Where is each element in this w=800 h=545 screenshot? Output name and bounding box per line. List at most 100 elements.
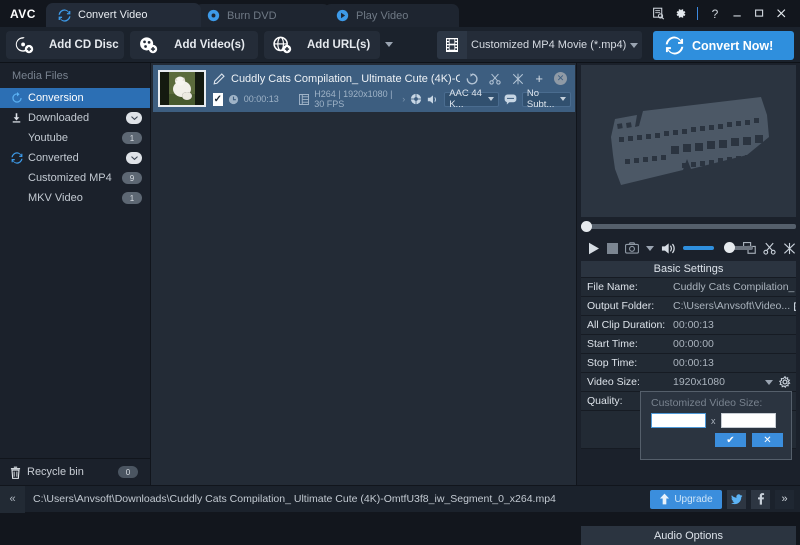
facebook-icon[interactable] [751,489,770,509]
close-icon[interactable] [770,3,792,25]
add-urls-label: Add URL(s) [307,38,371,51]
divider [697,7,698,20]
video-file-icon [138,35,158,55]
chevron-down-icon[interactable] [385,42,394,47]
video-preview[interactable] [581,65,796,217]
cut-button[interactable] [763,242,776,255]
volume-slider[interactable] [683,242,753,253]
popup-cancel-button[interactable]: ✕ [752,433,783,447]
settings-row-file-name: File Name: Cuddly Cats Compilation_ ... [581,278,796,297]
upgrade-label: Upgrade [674,493,713,505]
rotate-icon[interactable] [466,72,479,85]
sidebar-item-youtube[interactable]: Youtube 1 [0,128,150,148]
audio-track-label: AAC 44 K... [449,88,482,110]
add-icon[interactable]: + [535,72,543,85]
collapse-panel-button[interactable]: « [0,485,25,513]
audio-track-selector[interactable]: AAC 44 K... [444,88,499,110]
video-height-input[interactable] [720,413,776,428]
settings-value: C:\Users\Anvsoft\Video... [667,300,796,312]
convert-now-button[interactable]: Convert Now! [653,31,794,60]
expand-arrow-icon[interactable]: › [402,94,405,104]
task-list-icon[interactable] [647,3,669,25]
upgrade-arrow-icon [659,493,670,505]
more-actions-button[interactable]: » [775,489,794,509]
sidebar-item-label: Converted [28,152,79,164]
status-file-path: C:\Users\Anvsoft\Downloads\Cuddly Cats C… [33,493,556,505]
output-profile-selector[interactable]: Customized MP4 Movie (*.mp4) [437,31,642,59]
edit-pencil-icon[interactable] [213,72,225,85]
video-size-controls [765,376,796,388]
upgrade-button[interactable]: Upgrade [650,489,722,509]
settings-value[interactable]: 00:00:00 [667,338,796,350]
play-icon [336,9,349,22]
help-icon[interactable]: ? [704,3,726,25]
video-stream-icon [299,93,310,105]
sidebar-item-customized-mp4[interactable]: Customized MP4 9 [0,168,150,188]
remove-icon[interactable]: ✕ [554,72,567,85]
settings-key: Start Time: [587,338,638,350]
volume-handle[interactable] [724,242,735,253]
settings-value[interactable]: 00:00:13 [667,357,796,369]
audio-options-header[interactable]: Audio Options [581,526,796,545]
seek-bar[interactable] [581,219,796,233]
chevron-down-icon[interactable] [765,379,773,385]
trim-scissors-icon[interactable] [489,73,502,85]
settings-key: File Name: [587,281,638,293]
subtitle-selector[interactable]: No Subt... [521,88,571,110]
video-size-gear-icon[interactable] [779,376,791,388]
effects-icon[interactable] [512,73,524,85]
color-settings-icon[interactable] [410,93,422,105]
stop-button[interactable] [607,242,618,254]
file-action-icons: + ✕ [466,72,571,85]
chevron-down-icon [560,97,566,101]
subtitle-label: No Subt... [526,88,555,110]
sidebar-item-label: MKV Video [28,192,83,204]
convert-refresh-icon [665,36,684,55]
main-toolbar: Add CD Disc Add Video(s) Add URL(s) Cust… [0,27,800,63]
sidebar: Media Files Conversion Downloaded Youtub… [0,63,157,458]
settings-value: 00:00:13 [673,319,714,331]
effects-button[interactable] [783,242,796,255]
tab-play-video[interactable]: Play Video [324,4,459,27]
seek-handle[interactable] [581,221,592,232]
sidebar-item-mkv-video[interactable]: MKV Video 1 [0,188,150,208]
sidebar-item-conversion[interactable]: Conversion [0,88,157,108]
folder-icon[interactable] [794,301,796,312]
add-videos-button[interactable]: Add Video(s) [130,30,258,59]
add-cd-disc-button[interactable]: Add CD Disc [6,30,142,59]
maximize-icon[interactable] [748,3,770,25]
file-checkbox[interactable]: ✓ [213,92,223,106]
popup-confirm-button[interactable]: ✔ [715,433,746,447]
sidebar-item-downloaded[interactable]: Downloaded [0,108,150,128]
output-profile-label: Customized MP4 Movie (*.mp4) [471,39,627,51]
download-icon [8,112,25,124]
recycle-bin-count: 0 [118,466,138,478]
convert-now-label: Convert Now! [692,38,774,53]
tab-convert-video[interactable]: Convert Video [46,3,201,27]
recycle-bin[interactable]: Recycle bin 0 [0,458,150,485]
app-logo: AVC [10,6,36,21]
tab-burn-dvd[interactable]: Burn DVD [195,4,330,27]
settings-row-output-folder: Output Folder: C:\Users\Anvsoft\Video... [581,297,796,316]
sidebar-item-converted[interactable]: Converted [0,148,150,168]
video-width-input[interactable] [651,413,706,428]
minimize-icon[interactable] [726,3,748,25]
chevron-down-icon[interactable] [126,152,142,164]
sidebar-item-label: Conversion [28,92,84,104]
trash-icon [10,466,21,479]
video-thumbnail [158,70,206,107]
sidebar-item-label: Downloaded [28,112,90,124]
settings-key: Video Size: [587,376,640,388]
file-list-item[interactable]: Cuddly Cats Compilation_ Ultimate Cute (… [153,65,575,112]
volume-icon[interactable] [661,242,676,255]
add-urls-button[interactable]: Add URL(s) [264,30,394,59]
chevron-down-icon[interactable] [126,112,142,124]
snapshot-button[interactable] [625,242,639,254]
twitter-icon[interactable] [727,489,746,509]
chevron-down-icon[interactable] [630,42,638,48]
settings-gear-icon[interactable] [669,3,691,25]
play-button[interactable] [588,242,600,255]
cd-disc-icon [14,35,34,55]
disc-icon [207,9,220,22]
snapshot-dropdown-icon[interactable] [646,245,654,251]
